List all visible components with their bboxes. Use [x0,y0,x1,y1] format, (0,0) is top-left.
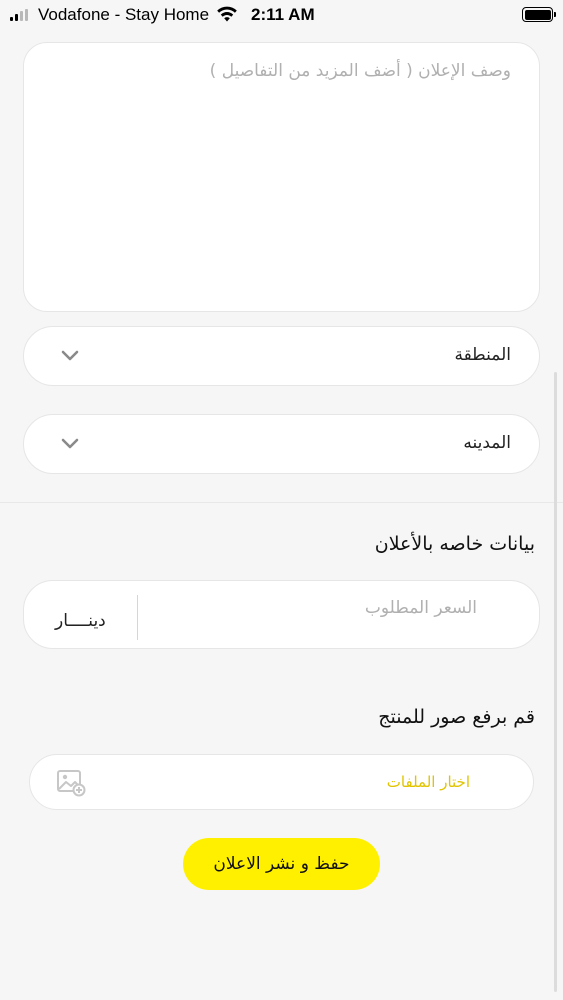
section-divider [0,502,563,503]
choose-files-button[interactable]: اختار الملفات [387,773,470,791]
image-add-icon[interactable] [56,769,86,797]
city-select[interactable]: المدينه [23,414,540,474]
description-textarea[interactable]: وصف الإعلان ( أضف المزيد من التفاصيل ) [23,42,540,312]
wifi-icon [217,6,237,22]
description-placeholder: وصف الإعلان ( أضف المزيد من التفاصيل ) [209,61,511,81]
currency-label: دينــــار [55,611,106,631]
region-select[interactable]: المنطقة [23,326,540,386]
chevron-down-icon [61,438,79,449]
city-label: المدينه [463,433,511,453]
carrier-name: Vodafone - Stay Home [38,5,210,24]
price-separator [137,595,138,640]
battery-icon [522,7,556,22]
signal-icon [10,9,28,21]
file-upload-field[interactable]: اختار الملفات [29,754,534,810]
status-time: 2:11 AM [251,5,315,24]
price-placeholder: السعر المطلوب [364,598,477,618]
region-label: المنطقة [454,345,511,365]
publish-button[interactable]: حفظ و نشر الاعلان [183,838,380,890]
price-field[interactable]: السعر المطلوب دينــــار [23,580,540,649]
ad-data-title: بيانات خاصه بالأعلان [374,533,535,555]
status-bar: Vodafone - Stay Home 2:11 AM [0,0,563,30]
chevron-down-icon [61,350,79,361]
upload-title: قم برفع صور للمنتج [378,706,535,728]
scrollbar[interactable] [554,372,557,992]
